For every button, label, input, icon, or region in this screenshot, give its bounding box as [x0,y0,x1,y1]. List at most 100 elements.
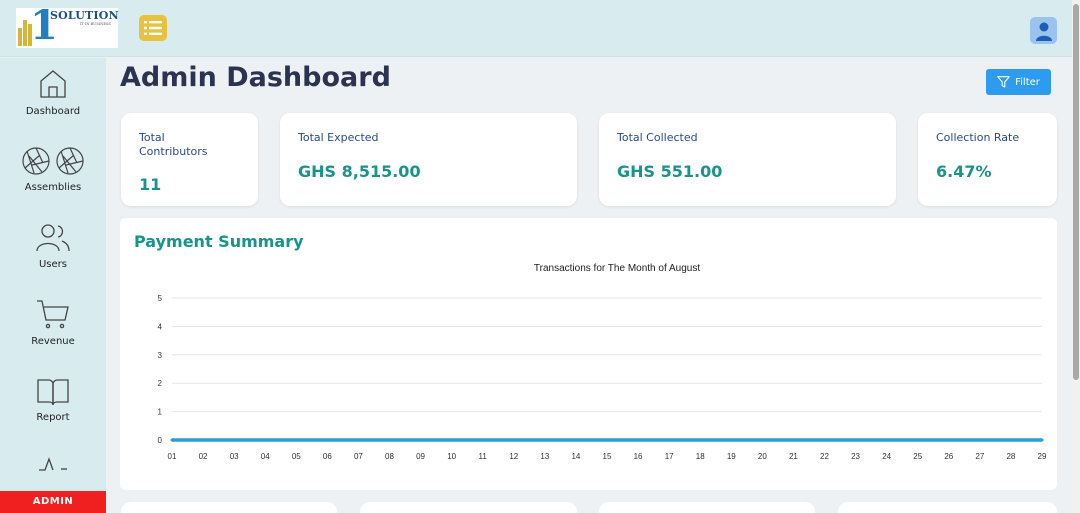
scrollbar-thumb[interactable] [1073,4,1079,380]
stat-card-total-expected: Total Expected GHS 8,515.00 [280,113,577,206]
chart-data-point [481,438,485,442]
sidebar-item-report[interactable]: Report [0,378,106,423]
home-icon [40,70,66,98]
chart-x-tick-label: 14 [571,452,580,461]
sidebar-item-label: Users [38,259,67,270]
chart-data-point [512,438,516,442]
sidebar-item-label: Revenue [31,336,75,347]
bottom-card [360,502,577,513]
chart-x-tick-label: 20 [758,452,767,461]
chart-data-point [294,438,298,442]
stat-card-value: 6.47% [936,162,992,181]
chart-x-tick-label: 17 [665,452,674,461]
stat-card-value: 11 [139,175,162,194]
chart-y-tick-label: 3 [158,351,163,360]
menu-toggle-button[interactable] [139,15,167,41]
list-icon [144,21,162,35]
sidebar: Dashboard Assemblies Users Revenue Repor… [0,58,106,513]
chart-y-tick-label: 1 [158,408,163,417]
logo-brand-name: SOLUTION [50,9,119,22]
chart-data-point [916,438,920,442]
sidebar-item-assemblies[interactable]: Assemblies [0,146,106,193]
filter-button-label: Filter [1015,76,1040,88]
chart-y-tick-label: 2 [158,379,163,388]
transactions-chart: Transactions for The Month of August 012… [158,263,1047,461]
chart-x-tick-label: 04 [261,452,270,461]
stat-card-value: GHS 8,515.00 [298,162,421,181]
chart-data-point [543,438,547,442]
chart-x-tick-label: 29 [1038,452,1047,461]
sidebar-item-label: Assemblies [24,182,82,193]
chart-x-tick-label: 21 [789,452,798,461]
user-avatar-button[interactable] [1030,17,1057,44]
stat-card-title: Total Contributors [139,131,208,158]
top-bar: 1 SOLUTION IT IN BUSINESS [0,0,1080,57]
chart-x-tick-label: 25 [913,452,922,461]
chart-data-point [419,438,423,442]
chart-data-point [636,438,640,442]
chart-data-point [823,438,826,442]
book-icon [37,379,69,406]
filter-icon [997,76,1010,88]
stat-card-total-collected: Total Collected GHS 551.00 [599,113,896,206]
payment-summary-panel: Payment Summary Transactions for The Mon… [120,218,1057,490]
chart-data-point [388,438,391,442]
filter-button[interactable]: Filter [986,69,1051,95]
chart-x-tick-label: 11 [479,452,488,461]
chart-data-point [729,438,733,442]
chart-data-point [854,438,858,442]
page-title: Admin Dashboard [120,62,391,93]
sidebar-item-revenue[interactable]: Revenue [0,298,106,347]
chart-x-tick-label: 15 [603,452,612,461]
chart-x-tick-label: 28 [1006,452,1015,461]
chart-y-tick-label: 0 [158,436,163,445]
chart-data-point [791,438,795,442]
chart-data-point [760,438,764,442]
stat-card-title: Total Collected [617,131,698,144]
chart-data-point [450,438,454,442]
chart-data-point [667,438,671,442]
chart-x-tick-label: 23 [851,452,860,461]
chart-data-point [574,438,578,442]
sidebar-item-label: Report [36,412,70,423]
chart-data-point [978,438,982,442]
user-icon [1035,22,1052,41]
chart-data-point [885,438,889,442]
chart-title: Transactions for The Month of August [534,263,700,274]
chart-x-tick-label: 03 [230,452,239,461]
stat-card-collection-rate: Collection Rate 6.47% [918,113,1057,206]
chart-x-tick-label: 19 [727,452,736,461]
chart-x-tick-label: 26 [944,452,953,461]
sidebar-item-dashboard[interactable]: Dashboard [0,68,106,117]
chart-x-tick-label: 22 [820,452,829,461]
users-icon [36,224,70,252]
chart-y-tick-label: 4 [158,322,163,331]
chart-x-tick-label: 18 [696,452,705,461]
logo-tagline: IT IN BUSINESS [80,22,111,26]
bottom-card [838,502,1057,513]
chart-x-tick-label: 07 [354,452,363,461]
cart-icon [37,300,69,329]
bottom-card [599,502,815,513]
chart-x-tick-label: 16 [634,452,643,461]
chart-data-point [947,438,951,442]
chart-x-tick-label: 12 [509,452,518,461]
sidebar-item-activity[interactable] [0,456,106,472]
chart-data-point [325,438,329,442]
chart-x-tick-label: 01 [168,452,177,461]
chart-x-tick-label: 08 [385,452,394,461]
stat-card-title: Collection Rate [936,131,1020,144]
sidebar-item-label: Dashboard [25,106,81,117]
chart-data-point [170,438,174,442]
stat-card-title: Total Expected [298,131,379,144]
chart-data-point [232,438,236,442]
sidebar-item-users[interactable]: Users [0,223,106,270]
chart-data-point [1009,438,1013,442]
activity-icon [39,457,67,471]
chart-data-point [263,438,267,442]
chart-data-point [605,438,609,442]
chart-data-point [201,438,205,442]
chart-data-point [1040,438,1044,442]
chart-x-tick-label: 06 [323,452,332,461]
company-logo[interactable]: 1 SOLUTION IT IN BUSINESS [16,6,119,48]
